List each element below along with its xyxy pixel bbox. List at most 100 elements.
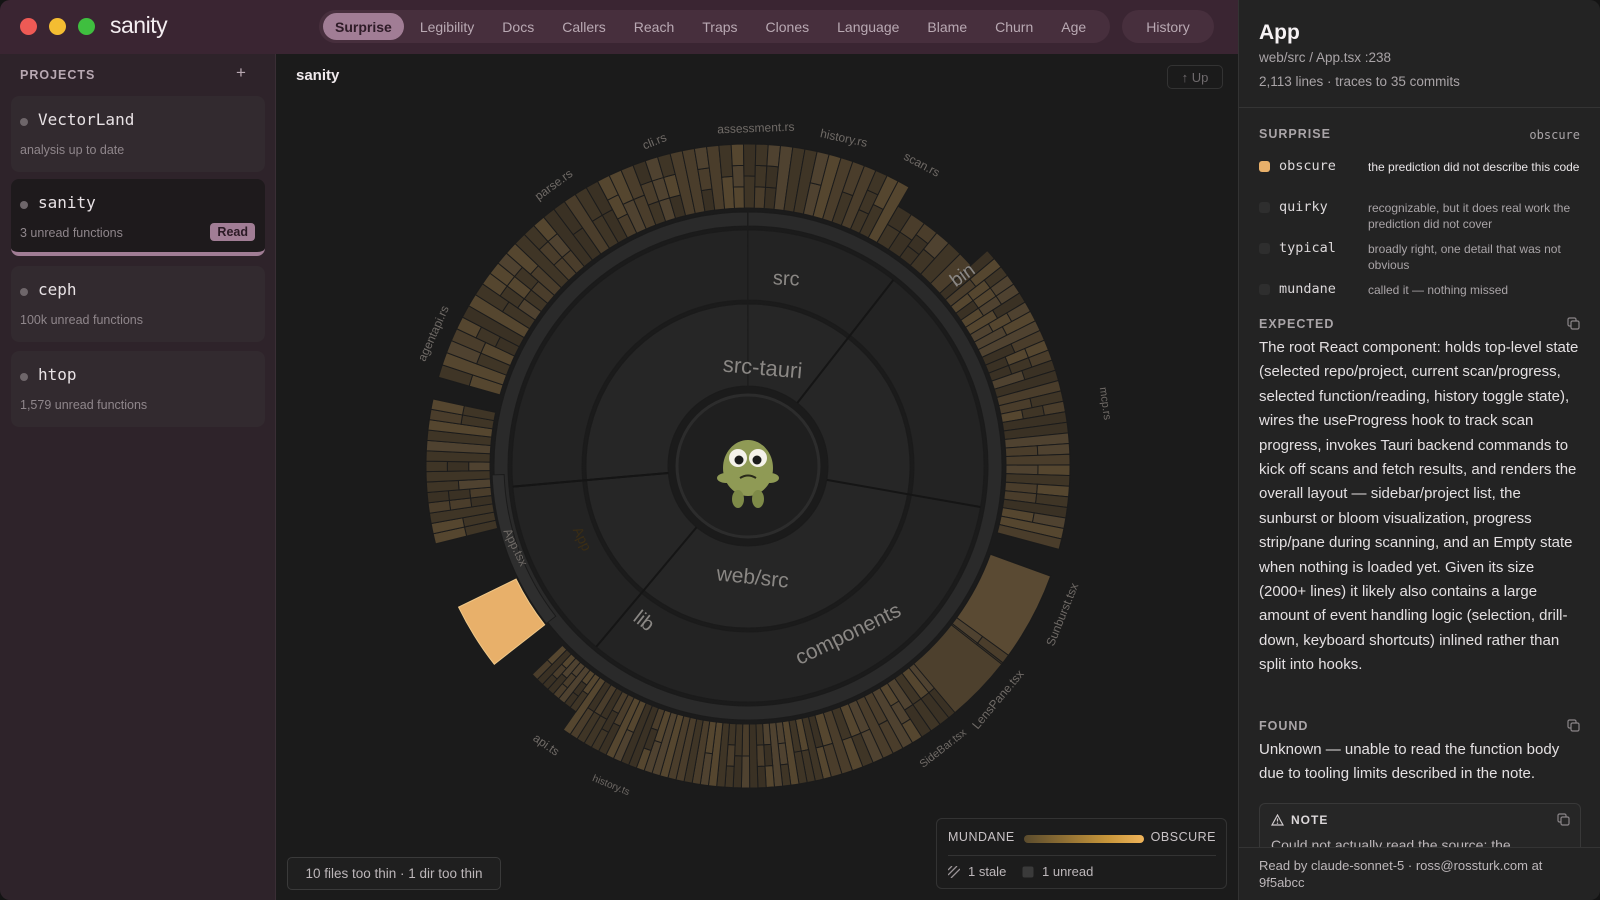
file-cell[interactable]	[731, 164, 745, 188]
tab-docs[interactable]: Docs	[490, 13, 546, 40]
copy-icon[interactable]	[1567, 719, 1580, 732]
file-label-history-rs: history.rs	[819, 126, 869, 150]
level-description: called it — nothing missed	[1368, 283, 1509, 297]
projects-sidebar: PROJECTS + VectorLand analysis up to dat…	[0, 54, 276, 900]
tab-reach[interactable]: Reach	[622, 13, 686, 40]
status-dot	[20, 288, 28, 296]
level-name: obscure	[1279, 158, 1336, 174]
tab-blame[interactable]: Blame	[915, 13, 979, 40]
file-cell[interactable]	[468, 461, 491, 472]
project-item-sanity[interactable]: sanity 3 unread functions Read	[11, 179, 265, 256]
level-name: mundane	[1279, 281, 1336, 297]
divider	[1239, 107, 1600, 108]
tab-language[interactable]: Language	[825, 13, 911, 40]
mascot-icon	[675, 393, 821, 539]
zoom-window-button[interactable]	[78, 18, 95, 35]
file-cell[interactable]	[1037, 464, 1071, 477]
level-swatch	[1259, 161, 1270, 172]
function-meta: 2,113 lines · traces to 35 commits	[1259, 74, 1460, 89]
unread-filter[interactable]: 1 unread	[1022, 864, 1093, 879]
file-cell[interactable]	[742, 143, 757, 177]
file-cell[interactable]	[754, 164, 768, 188]
tab-legibility[interactable]: Legibility	[408, 13, 486, 40]
stale-count: 1 stale	[968, 864, 1007, 879]
file-cell[interactable]	[741, 723, 750, 757]
breadcrumb[interactable]: sanity	[296, 67, 339, 84]
read-badge-button[interactable]: Read	[210, 223, 255, 241]
file-cell[interactable]	[425, 460, 448, 473]
surprise-header: SURPRISE	[1259, 127, 1331, 141]
file-label-mcp: mcp.rs	[1097, 386, 1114, 421]
copy-icon[interactable]	[1567, 317, 1580, 330]
level-description: the prediction did not describe this cod…	[1368, 160, 1580, 174]
copy-icon[interactable]	[1557, 813, 1570, 826]
project-status: 1,579 unread functions	[20, 398, 148, 412]
up-button[interactable]: ↑ Up	[1167, 65, 1223, 89]
file-cell[interactable]	[1005, 464, 1039, 476]
project-item-ceph[interactable]: ceph 100k unread functions	[11, 266, 265, 342]
function-path[interactable]: web/src / App.tsx :238	[1259, 50, 1391, 65]
file-cell[interactable]	[756, 744, 766, 768]
file-cell[interactable]	[1036, 443, 1071, 456]
project-status: 3 unread functions	[20, 226, 123, 240]
panel-footer: Read by claude-sonnet-5 · ross@rossturk.…	[1239, 847, 1600, 900]
file-cell[interactable]	[1005, 453, 1071, 466]
main-view: src-tauri src bin web/src components lib…	[276, 54, 1238, 900]
app-window: sanity Surprise Legibility Docs Callers …	[0, 0, 1600, 900]
close-window-button[interactable]	[20, 18, 37, 35]
level-swatch	[1259, 202, 1270, 213]
minimize-window-button[interactable]	[49, 18, 66, 35]
project-item-vectorland[interactable]: VectorLand analysis up to date	[11, 96, 265, 172]
tab-age[interactable]: Age	[1049, 13, 1098, 40]
tab-churn[interactable]: Churn	[983, 13, 1045, 40]
file-label-history-ts: history.ts	[591, 773, 632, 798]
expected-text: The root React component: holds top-leve…	[1259, 339, 1579, 674]
file-cell[interactable]	[743, 175, 756, 209]
level-name: quirky	[1279, 199, 1328, 215]
file-cell[interactable]	[718, 143, 734, 178]
found-header: FOUND	[1259, 719, 1309, 733]
project-status: analysis up to date	[20, 143, 125, 157]
file-cell[interactable]	[754, 143, 769, 167]
expected-header: EXPECTED	[1259, 317, 1335, 331]
legend-divider	[948, 855, 1216, 856]
unread-count: 1 unread	[1042, 864, 1094, 879]
file-label-parse: parse.rs	[532, 166, 575, 203]
note-header: NOTE	[1291, 813, 1329, 827]
function-title: App	[1259, 21, 1300, 44]
file-cell[interactable]	[756, 765, 767, 789]
file-label-api-ts: api.ts	[531, 731, 563, 759]
level-name: typical	[1279, 240, 1336, 256]
file-cell[interactable]	[730, 143, 745, 167]
note-text: Could not actually read the source: the	[1271, 837, 1511, 847]
tab-traps[interactable]: Traps	[690, 13, 749, 40]
file-cell[interactable]	[446, 460, 470, 472]
level-description: broadly right, one detail that was not o…	[1368, 242, 1561, 272]
project-item-htop[interactable]: htop 1,579 unread functions	[11, 351, 265, 427]
file-label-scan: scan.rs	[902, 149, 943, 180]
sunburst-chart[interactable]: src-tauri src bin web/src components lib…	[276, 54, 1238, 900]
tab-callers[interactable]: Callers	[550, 13, 618, 40]
file-label-cli: cli.rs	[640, 130, 668, 152]
history-button[interactable]: History	[1122, 10, 1214, 43]
found-text: Unknown — unable to read the function bo…	[1259, 741, 1560, 783]
file-cell[interactable]	[740, 755, 751, 789]
stale-filter[interactable]: 1 stale	[948, 864, 1006, 879]
tab-clones[interactable]: Clones	[754, 13, 822, 40]
file-cell[interactable]	[753, 186, 767, 210]
legend-low-label: MUNDANE	[948, 830, 1015, 844]
add-project-button[interactable]: +	[236, 63, 246, 83]
legend-gradient	[1024, 835, 1144, 843]
file-cell[interactable]	[755, 723, 765, 746]
file-cell[interactable]	[732, 186, 745, 209]
tab-surprise[interactable]: Surprise	[323, 13, 404, 40]
ring-label-src: src	[772, 267, 800, 290]
surprise-value: obscure	[1529, 128, 1580, 142]
lens-tabs: Surprise Legibility Docs Callers Reach T…	[319, 10, 1110, 43]
thin-items-notice: 10 files too thin · 1 dir too thin	[287, 857, 501, 890]
stale-stripes-icon	[948, 865, 960, 878]
file-cell[interactable]	[748, 723, 759, 789]
project-status: 100k unread functions	[20, 313, 144, 327]
file-cell[interactable]	[1004, 445, 1039, 458]
level-description: recognizable, but it does real work the …	[1368, 201, 1571, 231]
